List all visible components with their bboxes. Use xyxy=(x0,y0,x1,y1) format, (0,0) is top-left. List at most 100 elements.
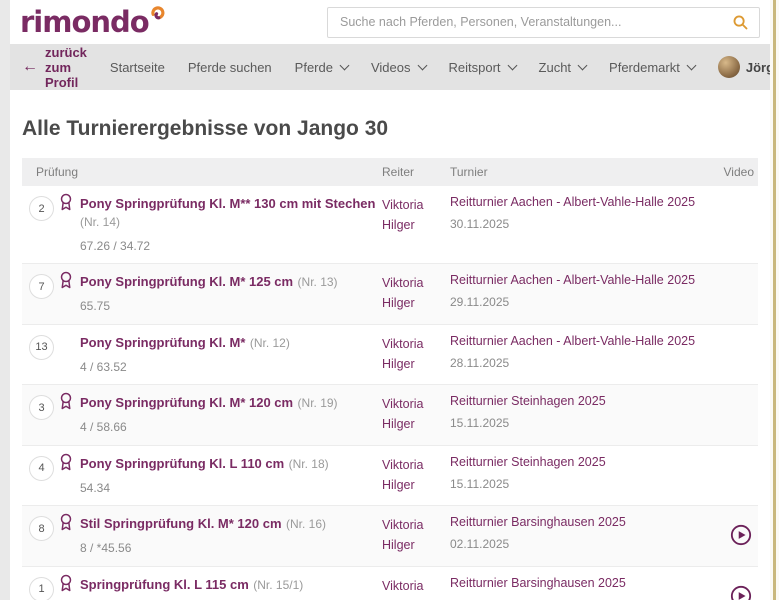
rider-link[interactable]: Viktoria Hilger xyxy=(382,334,450,375)
result-value: 67.26 / 34.72 xyxy=(80,239,382,253)
rosette-icon xyxy=(57,453,75,471)
top-bar: rimondo xyxy=(10,0,770,44)
results-table-header: Prüfung Reiter Turnier Video xyxy=(22,158,758,186)
placement-cell: 1 xyxy=(22,576,80,600)
placement-badge: 3 xyxy=(29,395,54,420)
rosette-icon xyxy=(57,271,75,289)
rimondo-logo[interactable]: rimondo xyxy=(20,8,165,37)
result-value: 8 / *45.56 xyxy=(80,541,382,555)
rosette-icon xyxy=(57,574,75,592)
video-cell xyxy=(722,455,758,496)
rider-link[interactable]: Viktoria Hilger xyxy=(382,576,450,600)
table-row[interactable]: 1 Springprüfung Kl. L 115 cm (Nr. 15/1) … xyxy=(22,567,758,600)
table-row[interactable]: 7 Pony Springprüfung Kl. M* 125 cm (Nr. … xyxy=(22,264,758,325)
main-nav: ← zurück zum Profil Startseite Pferde su… xyxy=(10,44,770,90)
video-cell xyxy=(722,576,758,600)
placement-cell: 3 xyxy=(22,394,80,435)
nav-item[interactable]: Pferde xyxy=(295,60,348,75)
nav-item[interactable]: Startseite xyxy=(110,60,165,75)
pruefung-link[interactable]: Pony Springprüfung Kl. M* 120 cm xyxy=(80,395,293,410)
search-box xyxy=(327,7,760,38)
nav-items: Startseite Pferde suchen Pferde Videos R… xyxy=(110,60,695,75)
pruefung-number: (Nr. 16) xyxy=(286,517,326,531)
pruefung-cell: Springprüfung Kl. L 115 cm (Nr. 15/1) 57… xyxy=(80,576,382,600)
tournament-link[interactable]: Reitturnier Barsinghausen 2025 xyxy=(450,515,722,529)
pruefung-number: (Nr. 15/1) xyxy=(253,578,303,592)
search-input[interactable] xyxy=(340,15,732,29)
chevron-down-icon xyxy=(417,60,427,70)
page-title: Alle Turnierergebnisse von Jango 30 xyxy=(22,90,758,158)
pruefung-link[interactable]: Pony Springprüfung Kl. L 110 cm xyxy=(80,456,284,471)
table-row[interactable]: 13 Pony Springprüfung Kl. M* (Nr. 12) 4 … xyxy=(22,325,758,386)
search-icon[interactable] xyxy=(732,14,749,31)
nav-item[interactable]: Pferde suchen xyxy=(188,60,272,75)
placement-badge: 7 xyxy=(29,274,54,299)
column-header-pruefung: Prüfung xyxy=(22,165,382,179)
result-value: 54.34 xyxy=(80,481,382,495)
table-row[interactable]: 2 Pony Springprüfung Kl. M** 130 cm mit … xyxy=(22,186,758,264)
placement-badge: 4 xyxy=(29,456,54,481)
placement-badge: 13 xyxy=(29,335,54,360)
rosette-icon xyxy=(57,193,75,211)
tournament-date: 29.11.2025 xyxy=(450,295,722,309)
tournament-cell: Reitturnier Steinhagen 2025 15.11.2025 xyxy=(450,455,722,496)
rider-link[interactable]: Viktoria Hilger xyxy=(382,515,450,556)
chevron-down-icon xyxy=(686,60,696,70)
back-label: zurück zum Profil xyxy=(45,45,87,90)
nav-item[interactable]: Reitsport xyxy=(449,60,516,75)
tournament-link[interactable]: Reitturnier Steinhagen 2025 xyxy=(450,455,722,469)
pruefung-link[interactable]: Pony Springprüfung Kl. M* 125 cm xyxy=(80,274,293,289)
video-play-button[interactable] xyxy=(730,524,752,546)
rider-link[interactable]: Viktoria Hilger xyxy=(382,273,450,314)
placement-cell: 4 xyxy=(22,455,80,496)
tournament-link[interactable]: Reitturnier Steinhagen 2025 xyxy=(450,394,722,408)
logo-text: rimondo xyxy=(20,8,149,37)
rosette-icon xyxy=(57,392,75,410)
logo-swirl-icon xyxy=(150,5,165,20)
rider-link[interactable]: Viktoria Hilger xyxy=(382,455,450,496)
tournament-date: 15.11.2025 xyxy=(450,477,722,491)
pruefung-number: (Nr. 19) xyxy=(298,396,338,410)
tournament-cell: Reitturnier Steinhagen 2025 15.11.2025 xyxy=(450,394,722,435)
tournament-link[interactable]: Reitturnier Barsinghausen 2025 xyxy=(450,576,722,590)
chevron-down-icon xyxy=(507,60,517,70)
scrollbar[interactable] xyxy=(770,0,779,600)
tournament-date: 15.11.2025 xyxy=(450,416,722,430)
main-content: Alle Turnierergebnisse von Jango 30 Prüf… xyxy=(10,90,770,600)
pruefung-link[interactable]: Stil Springprüfung Kl. M* 120 cm xyxy=(80,516,282,531)
column-header-turnier: Turnier xyxy=(450,165,722,179)
placement-badge: 8 xyxy=(29,516,54,541)
video-cell xyxy=(722,394,758,435)
tournament-cell: Reitturnier Aachen - Albert-Vahle-Halle … xyxy=(450,195,722,253)
nav-item[interactable]: Pferdemarkt xyxy=(609,60,695,75)
nav-item[interactable]: Zucht xyxy=(539,60,587,75)
pruefung-number: (Nr. 12) xyxy=(250,336,290,350)
pruefung-cell: Pony Springprüfung Kl. M** 130 cm mit St… xyxy=(80,195,382,253)
pruefung-cell: Stil Springprüfung Kl. M* 120 cm (Nr. 16… xyxy=(80,515,382,556)
pruefung-cell: Pony Springprüfung Kl. L 110 cm (Nr. 18)… xyxy=(80,455,382,496)
chevron-down-icon xyxy=(578,60,588,70)
table-row[interactable]: 4 Pony Springprüfung Kl. L 110 cm (Nr. 1… xyxy=(22,446,758,507)
table-row[interactable]: 3 Pony Springprüfung Kl. M* 120 cm (Nr. … xyxy=(22,385,758,446)
tournament-cell: Reitturnier Aachen - Albert-Vahle-Halle … xyxy=(450,334,722,375)
pruefung-link[interactable]: Pony Springprüfung Kl. M** 130 cm mit St… xyxy=(80,196,375,211)
pruefung-number: (Nr. 13) xyxy=(298,275,338,289)
tournament-link[interactable]: Reitturnier Aachen - Albert-Vahle-Halle … xyxy=(450,273,722,287)
tournament-link[interactable]: Reitturnier Aachen - Albert-Vahle-Halle … xyxy=(450,334,722,348)
scrollbar-thumb[interactable] xyxy=(773,0,776,600)
table-row[interactable]: 8 Stil Springprüfung Kl. M* 120 cm (Nr. … xyxy=(22,506,758,567)
tournament-link[interactable]: Reitturnier Aachen - Albert-Vahle-Halle … xyxy=(450,195,722,209)
result-value: 4 / 58.66 xyxy=(80,420,382,434)
video-play-button[interactable] xyxy=(730,585,752,600)
column-header-video: Video xyxy=(722,165,758,179)
rider-link[interactable]: Viktoria Hilger xyxy=(382,195,450,253)
results-table-body: 2 Pony Springprüfung Kl. M** 130 cm mit … xyxy=(22,186,758,600)
placement-badge: 2 xyxy=(29,196,54,221)
back-to-profile-link[interactable]: ← zurück zum Profil xyxy=(22,45,87,90)
pruefung-link[interactable]: Springprüfung Kl. L 115 cm xyxy=(80,577,249,592)
pruefung-cell: Pony Springprüfung Kl. M* (Nr. 12) 4 / 6… xyxy=(80,334,382,375)
nav-item[interactable]: Videos xyxy=(371,60,426,75)
result-value: 65.75 xyxy=(80,299,382,313)
pruefung-link[interactable]: Pony Springprüfung Kl. M* xyxy=(80,335,245,350)
rider-link[interactable]: Viktoria Hilger xyxy=(382,394,450,435)
